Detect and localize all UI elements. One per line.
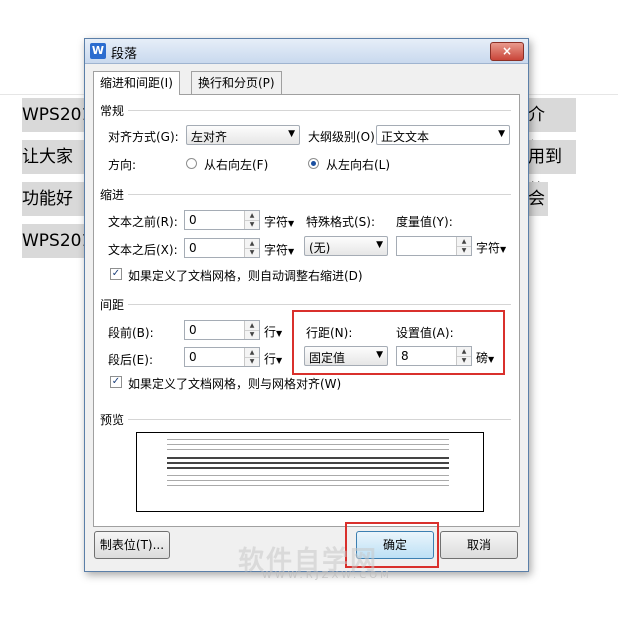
alignment-select[interactable]: 左对齐 ▼ (186, 125, 300, 145)
unit-label: 行 (264, 352, 277, 366)
section-general-title: 常规 (100, 102, 129, 119)
chevron-down-icon: ▼ (288, 219, 295, 228)
tab-line-page-breaks[interactable]: 换行和分页(P) (191, 71, 282, 94)
chevron-down-icon: ▼ (288, 129, 295, 139)
line-spacing-highlight (292, 310, 505, 375)
spin-down-icon[interactable]: ▼ (245, 220, 259, 229)
auto-adjust-label: 如果定义了文档网格，则自动调整右缩进(D) (128, 269, 363, 283)
doc-line-3-right: 会 (528, 182, 548, 216)
preview-line (167, 449, 449, 450)
space-before-input[interactable]: 0 ▲ ▼ (184, 320, 260, 340)
spin-buttons[interactable]: ▲ ▼ (244, 348, 259, 366)
section-divider (100, 194, 511, 195)
space-before-label: 段前(B): (108, 326, 154, 340)
special-format-label: 特殊格式(S): (306, 215, 376, 229)
outline-level-value: 正文文本 (381, 130, 430, 144)
tab-stops-button[interactable]: 制表位(T)... (94, 531, 170, 559)
doc-line-3: 功能好 (22, 182, 84, 216)
dialog-title: 段落 (111, 47, 138, 62)
section-divider (100, 304, 511, 305)
alignment-label: 对齐方式(G): (108, 130, 179, 144)
special-format-select[interactable]: (无) ▼ (304, 236, 388, 256)
section-divider (100, 110, 511, 111)
section-indent-title: 缩进 (100, 186, 129, 203)
wps-app-icon: W (90, 43, 106, 59)
chevron-down-icon: ▼ (276, 329, 283, 338)
outline-level-select[interactable]: 正文文本 ▼ (376, 125, 510, 145)
direction-label: 方向: (108, 158, 137, 172)
rtl-radio[interactable] (186, 158, 197, 169)
indent-after-input[interactable]: 0 ▲ ▼ (184, 238, 260, 258)
preview-line (167, 467, 449, 469)
preview-line (167, 462, 449, 464)
doc-line-4: WPS201 (22, 224, 92, 258)
preview-line (167, 475, 449, 476)
spin-down-icon[interactable]: ▼ (245, 357, 259, 366)
close-icon[interactable]: × (490, 42, 524, 61)
spin-buttons[interactable]: ▲ ▼ (244, 321, 259, 339)
unit-label: 字符 (264, 215, 289, 229)
chevron-down-icon: ▼ (498, 129, 505, 139)
preview-line (167, 485, 449, 486)
space-after-input[interactable]: 0 ▲ ▼ (184, 347, 260, 367)
preview-line (167, 444, 449, 445)
doc-line-1-right: 介绍， (528, 98, 576, 159)
indent-after-unit[interactable]: 字符▼ (264, 241, 294, 258)
section-spacing-title: 间距 (100, 296, 129, 313)
indent-after-value: 0 (189, 241, 197, 255)
unit-label: 字符 (264, 243, 289, 257)
chevron-down-icon: ▼ (376, 240, 383, 250)
snap-to-grid-label: 如果定义了文档网格，则与网格对齐(W) (128, 377, 342, 391)
preview-line (167, 439, 449, 440)
spin-buttons[interactable]: ▲ ▼ (244, 239, 259, 257)
measure-input[interactable]: ▲ ▼ (396, 236, 472, 256)
cancel-button[interactable]: 取消 (440, 531, 518, 559)
section-divider (100, 419, 511, 420)
indent-before-label: 文本之前(R): (108, 215, 178, 229)
unit-label: 字符 (476, 241, 501, 255)
doc-line-2-right: 用到的 (528, 140, 576, 201)
indent-before-input[interactable]: 0 ▲ ▼ (184, 210, 260, 230)
preview-line (167, 457, 449, 459)
indent-before-unit[interactable]: 字符▼ (264, 213, 294, 230)
tab-indent-spacing[interactable]: 缩进和间距(I) (93, 71, 180, 95)
paragraph-dialog: W 段落 × 缩进和间距(I) 换行和分页(P) 常规 对齐方式(G): 左对齐… (84, 38, 529, 572)
indent-before-value: 0 (189, 213, 197, 227)
ltr-radio[interactable] (308, 158, 319, 169)
paragraph-preview (136, 432, 484, 512)
space-after-label: 段后(E): (108, 353, 153, 367)
space-after-value: 0 (189, 350, 197, 364)
alignment-value: 左对齐 (191, 130, 228, 144)
measure-unit[interactable]: 字符▼ (476, 239, 506, 256)
measure-label: 度量值(Y): (396, 215, 453, 229)
spin-buttons[interactable]: ▲ ▼ (244, 211, 259, 229)
space-after-unit[interactable]: 行▼ (264, 350, 282, 367)
preview-line (167, 480, 449, 481)
unit-label: 行 (264, 325, 277, 339)
chevron-down-icon: ▼ (500, 245, 507, 254)
spin-buttons[interactable]: ▲ ▼ (456, 237, 471, 255)
indent-after-label: 文本之后(X): (108, 243, 178, 257)
space-before-value: 0 (189, 323, 197, 337)
chevron-down-icon: ▼ (288, 247, 295, 256)
doc-line-1: WPS201 (22, 98, 92, 132)
dialog-titlebar[interactable]: W 段落 × (85, 39, 528, 64)
snap-to-grid-checkbox[interactable]: ✓ (110, 376, 122, 388)
special-format-value: (无) (309, 241, 331, 255)
outline-level-label: 大纲级别(O): (308, 130, 379, 144)
ltr-label: 从左向右(L) (326, 158, 391, 172)
doc-line-2: 让大家 (22, 140, 84, 174)
spin-down-icon[interactable]: ▼ (457, 246, 471, 255)
rtl-label: 从右向左(F) (204, 158, 269, 172)
spin-down-icon[interactable]: ▼ (245, 248, 259, 257)
spin-down-icon[interactable]: ▼ (245, 330, 259, 339)
watermark-url: WWW.RJZXW.COM (262, 570, 392, 581)
space-before-unit[interactable]: 行▼ (264, 323, 282, 340)
section-preview-title: 预览 (100, 411, 129, 428)
auto-adjust-checkbox[interactable]: ✓ (110, 268, 122, 280)
chevron-down-icon: ▼ (276, 356, 283, 365)
